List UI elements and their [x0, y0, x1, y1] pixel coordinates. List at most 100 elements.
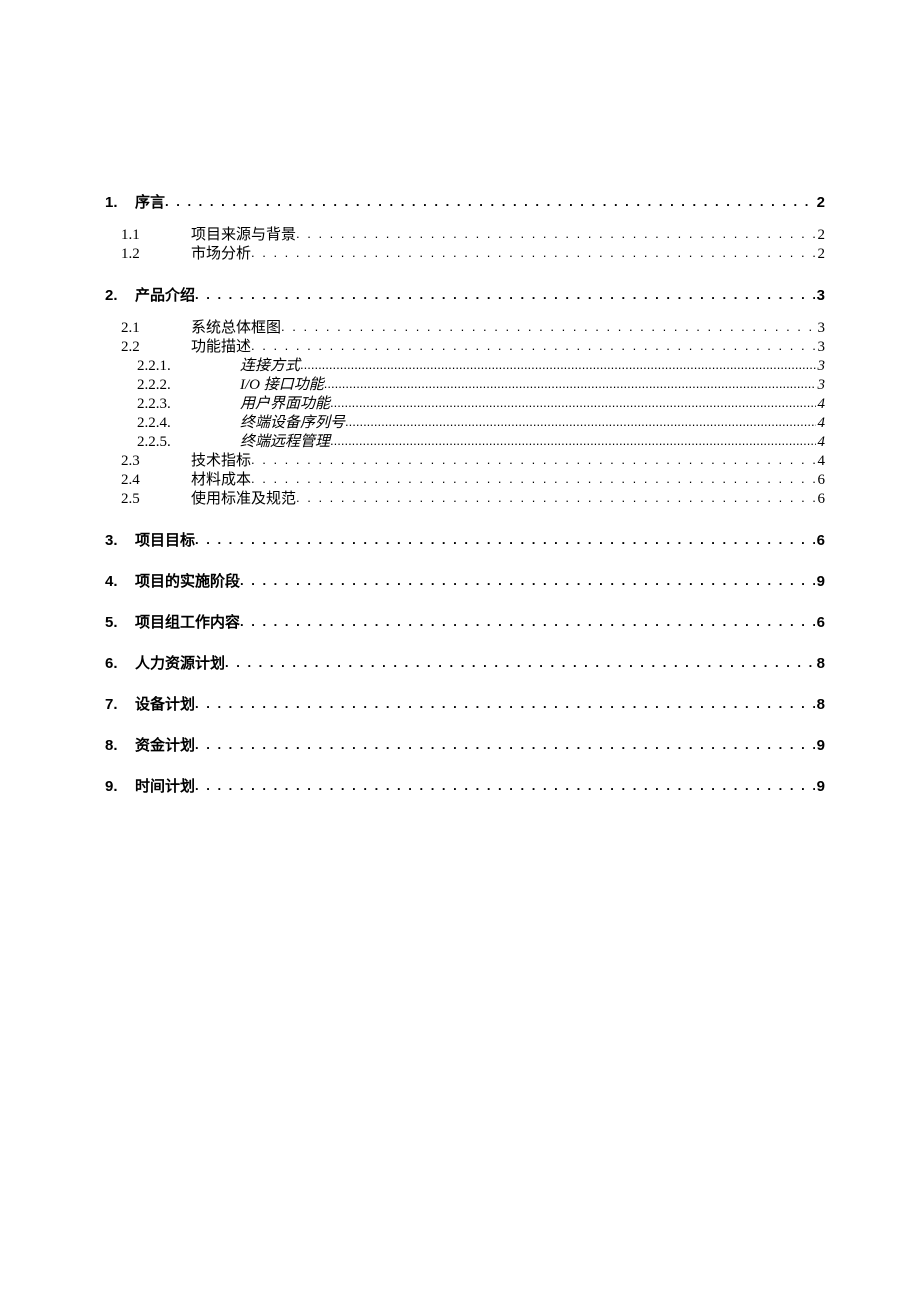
toc-page-number: 3 — [815, 288, 825, 303]
toc-entry: 2.2.5.终端远程管理 4 — [105, 435, 825, 450]
toc-entry: 2.2.3.用户界面功能 4 — [105, 397, 825, 412]
toc-leader-dots — [345, 415, 815, 428]
toc-leader-dots — [195, 697, 815, 710]
toc-title: 设备计划 — [135, 697, 195, 712]
toc-number: 2.4 — [121, 473, 191, 488]
toc-leader-dots — [330, 434, 815, 447]
toc-title: 终端设备序列号 — [240, 416, 345, 431]
toc-title: 人力资源计划 — [135, 656, 225, 671]
toc-entry: 8.资金计划 9 — [105, 738, 825, 753]
toc-page-number: 9 — [815, 738, 825, 753]
toc-page-number: 2 — [815, 195, 825, 210]
toc-number: 1.1 — [121, 228, 191, 243]
toc-number: 3. — [105, 533, 135, 548]
toc-title: 功能描述 — [191, 340, 251, 355]
toc-entry: 6.人力资源计划 8 — [105, 656, 825, 671]
toc-page-number: 2 — [816, 247, 826, 262]
toc-entry: 1.2市场分析 2 — [105, 247, 825, 262]
toc-page-number: 3 — [816, 378, 826, 393]
toc-number: 2.2.1. — [137, 359, 240, 374]
toc-page-number: 3 — [816, 359, 826, 374]
toc-page-number: 9 — [815, 574, 825, 589]
toc-leader-dots — [240, 615, 815, 628]
toc-number: 2. — [105, 288, 135, 303]
toc-page-number: 6 — [816, 473, 826, 488]
toc-entry: 2.产品介绍 3 — [105, 288, 825, 303]
toc-leader-dots — [324, 377, 816, 390]
toc-leader-dots — [296, 491, 815, 504]
toc-title: 资金计划 — [135, 738, 195, 753]
toc-leader-dots — [195, 779, 815, 792]
toc-entry: 2.1系统总体框图3 — [105, 321, 825, 336]
toc-leader-dots — [281, 320, 815, 333]
toc-number: 2.5 — [121, 492, 191, 507]
toc-leader-dots — [300, 358, 815, 371]
toc-number: 2.2.4. — [137, 416, 240, 431]
toc-title: 用户界面功能 — [240, 397, 330, 412]
toc-number: 9. — [105, 779, 135, 794]
toc-leader-dots — [165, 195, 815, 208]
toc-entry: 2.2.4.终端设备序列号 4 — [105, 416, 825, 431]
toc-title: I/O 接口功能 — [240, 378, 324, 393]
toc-entry: 2.4材料成本 6 — [105, 473, 825, 488]
toc-number: 2.2.2. — [137, 378, 240, 393]
toc-leader-dots — [240, 574, 815, 587]
toc-leader-dots — [296, 227, 815, 240]
toc-page-number: 6 — [816, 492, 826, 507]
toc-title: 序言 — [135, 195, 165, 210]
toc-number: 1.2 — [121, 247, 191, 262]
table-of-contents: 1.序言21.1项目来源与背景21.2市场分析22.产品介绍32.1系统总体框图… — [105, 195, 825, 794]
toc-entry: 1.1项目来源与背景 2 — [105, 228, 825, 243]
toc-leader-dots — [195, 533, 815, 546]
toc-entry: 2.3技术指标4 — [105, 454, 825, 469]
toc-title: 项目组工作内容 — [135, 615, 240, 630]
toc-leader-dots — [195, 738, 815, 751]
toc-entry: 1.序言2 — [105, 195, 825, 210]
toc-title: 项目来源与背景 — [191, 228, 296, 243]
toc-title: 市场分析 — [191, 247, 251, 262]
toc-number: 7. — [105, 697, 135, 712]
toc-page-number: 4 — [816, 416, 826, 431]
toc-page-number: 9 — [815, 779, 825, 794]
toc-number: 2.2 — [121, 340, 191, 355]
toc-entry: 7.设备计划 8 — [105, 697, 825, 712]
toc-title: 连接方式 — [240, 359, 300, 374]
toc-number: 8. — [105, 738, 135, 753]
toc-number: 4. — [105, 574, 135, 589]
toc-leader-dots — [225, 656, 815, 669]
toc-title: 项目目标 — [135, 533, 195, 548]
toc-entry: 2.2.1.连接方式 3 — [105, 359, 825, 374]
toc-leader-dots — [251, 339, 815, 352]
toc-leader-dots — [251, 453, 815, 466]
toc-number: 2.2.5. — [137, 435, 240, 450]
toc-title: 材料成本 — [191, 473, 251, 488]
toc-leader-dots — [251, 246, 815, 259]
toc-leader-dots — [195, 288, 815, 301]
toc-page-number: 8 — [815, 656, 825, 671]
toc-title: 终端远程管理 — [240, 435, 330, 450]
toc-page-number: 4 — [816, 435, 826, 450]
toc-entry: 5.项目组工作内容 6 — [105, 615, 825, 630]
toc-leader-dots — [251, 472, 815, 485]
toc-title: 技术指标 — [191, 454, 251, 469]
toc-number: 5. — [105, 615, 135, 630]
toc-page-number: 3 — [816, 340, 826, 355]
toc-title: 时间计划 — [135, 779, 195, 794]
toc-entry: 2.5使用标准及规范 6 — [105, 492, 825, 507]
toc-leader-dots — [330, 396, 815, 409]
toc-page-number: 6 — [815, 615, 825, 630]
toc-entry: 2.2功能描述 3 — [105, 340, 825, 355]
toc-title: 使用标准及规范 — [191, 492, 296, 507]
toc-entry: 3.项目目标 6 — [105, 533, 825, 548]
toc-number: 6. — [105, 656, 135, 671]
toc-title: 产品介绍 — [135, 288, 195, 303]
toc-page-number: 3 — [816, 321, 826, 336]
toc-page-number: 6 — [815, 533, 825, 548]
toc-number: 2.2.3. — [137, 397, 240, 412]
toc-page-number: 8 — [815, 697, 825, 712]
toc-page-number: 2 — [816, 228, 826, 243]
toc-page-number: 4 — [816, 454, 826, 469]
toc-entry: 2.2.2.I/O 接口功能 3 — [105, 378, 825, 393]
toc-page-number: 4 — [816, 397, 826, 412]
toc-title: 项目的实施阶段 — [135, 574, 240, 589]
